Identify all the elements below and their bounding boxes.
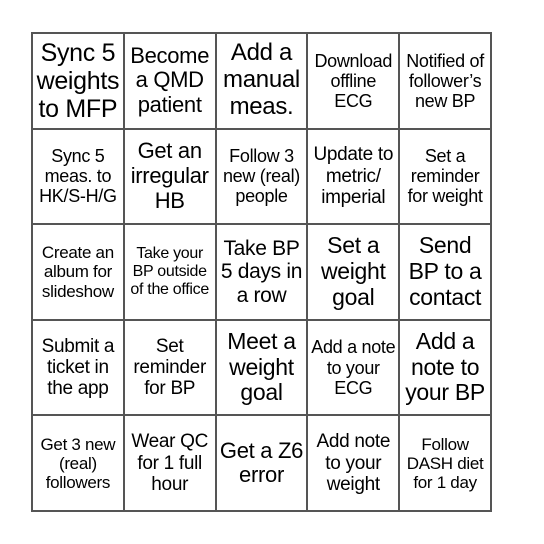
bingo-cell-text: Add a note to your ECG	[311, 337, 396, 398]
bingo-cell-text: Set a weight goal	[320, 232, 386, 310]
bingo-cell-text: Become a QMD patient	[130, 42, 210, 118]
bingo-cell[interactable]: Get 3 new (real) followers	[32, 415, 124, 511]
bingo-cell-text: Submit a ticket in the app	[41, 335, 115, 400]
bingo-cell-text: Set reminder for BP	[133, 335, 206, 400]
bingo-cell[interactable]: Set reminder for BP	[123, 319, 216, 416]
bingo-cell[interactable]: Send BP to a contact	[399, 224, 491, 320]
bingo-cell-text: Notified of follower’s new BP	[406, 50, 484, 111]
bingo-cell[interactable]: Set a reminder for weight	[399, 128, 491, 225]
bingo-cell-text: Take your BP outside of the office	[130, 245, 209, 298]
bingo-cell-text: Follow 3 new (real) people	[222, 146, 300, 207]
bingo-cell[interactable]: Create an album for slideshow	[32, 224, 124, 320]
bingo-cell-text: Set a reminder for weight	[407, 146, 483, 207]
bingo-cell[interactable]: Get a Z6 error	[215, 415, 308, 511]
bingo-cell[interactable]: Become a QMD patient	[123, 33, 216, 129]
bingo-card: Sync 5 weights to MFP Become a QMD patien…	[31, 32, 492, 512]
bingo-cell-text: Get a Z6 error	[219, 437, 304, 488]
bingo-cell[interactable]: Submit a ticket in the app	[32, 319, 124, 416]
bingo-cell-text: Update to metric/ imperial	[313, 144, 394, 209]
bingo-cell-text: Send BP to a contact	[408, 232, 482, 310]
bingo-cell-text: Wear QC for 1 full hour	[131, 431, 209, 495]
bingo-cell-text: Sync 5 weights to MFP	[36, 38, 120, 123]
bingo-cell-text: Add a note to your BP	[405, 327, 485, 406]
bingo-cell[interactable]: Update to metric/ imperial	[307, 128, 400, 225]
bingo-cell-text: Create an album for slideshow	[41, 243, 114, 301]
bingo-cell[interactable]: Add note to your weight	[307, 415, 400, 511]
bingo-cell[interactable]: Take BP 5 days in a row	[215, 224, 308, 320]
bingo-cell-text: Add a manual meas.	[223, 39, 300, 121]
bingo-cell-text: Get an irregular HB	[130, 138, 209, 213]
bingo-cell-text: Download offline ECG	[314, 50, 393, 111]
bingo-cell[interactable]: Add a manual meas.	[215, 33, 308, 129]
bingo-cell[interactable]: Follow DASH diet for 1 day	[399, 415, 491, 511]
bingo-cell-text: Sync 5 meas. to HK/S-H/G	[39, 146, 117, 207]
bingo-cell[interactable]: Wear QC for 1 full hour	[123, 415, 216, 511]
bingo-cell-text: Get 3 new (real) followers	[40, 434, 116, 492]
bingo-cell-text: Meet a weight goal	[227, 327, 296, 406]
bingo-cell[interactable]: Set a weight goal	[307, 224, 400, 320]
bingo-cell[interactable]: Add a note to your BP	[399, 319, 491, 416]
bingo-cell[interactable]: Notified of follower’s new BP	[399, 33, 491, 129]
bingo-cell[interactable]: Add a note to your ECG	[307, 319, 400, 416]
bingo-cell[interactable]: Get an irregular HB	[123, 128, 216, 225]
bingo-cell[interactable]: Meet a weight goal	[215, 319, 308, 416]
bingo-cell[interactable]: Sync 5 weights to MFP	[32, 33, 124, 129]
bingo-cell-text: Take BP 5 days in a row	[220, 236, 303, 307]
bingo-cell[interactable]: Download offline ECG	[307, 33, 400, 129]
bingo-cell[interactable]: Follow 3 new (real) people	[215, 128, 308, 225]
bingo-cell[interactable]: Take your BP outside of the office	[123, 224, 216, 320]
bingo-cell-text: Add note to your weight	[316, 431, 391, 495]
bingo-cell-text: Follow DASH diet for 1 day	[406, 434, 484, 492]
bingo-cell[interactable]: Sync 5 meas. to HK/S-H/G	[32, 128, 124, 225]
